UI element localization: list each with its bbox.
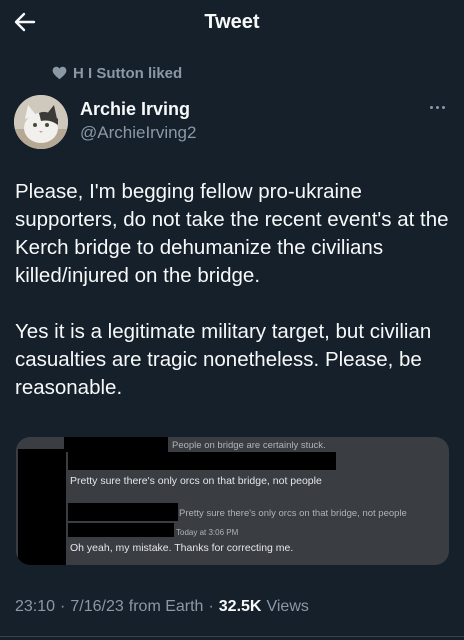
tweet-paragraph: Yes it is a legitimate military target, … (15, 320, 432, 399)
chat-message: People on bridge are certainly stuck. (172, 440, 326, 451)
cat-avatar-image (14, 95, 68, 149)
chat-message: Pretty sure there's only orcs on that br… (70, 475, 322, 487)
chat-message: Oh yeah, my mistake. Thanks for correcti… (70, 542, 294, 554)
tweet-time[interactable]: 23:10 (15, 598, 55, 616)
page-title: Tweet (204, 10, 260, 33)
redaction-bar (68, 523, 174, 537)
tweet-text: Please, I'm begging fellow pro-ukraine s… (15, 178, 455, 402)
tweet-metadata: 23:10 · 7/16/23 from Earth · 32.5K Views (15, 596, 309, 618)
heart-icon (52, 66, 67, 80)
back-arrow-icon (14, 12, 36, 32)
more-options-button[interactable] (424, 100, 450, 114)
tweet-source: from Earth (128, 598, 204, 615)
redaction-bar (64, 437, 168, 452)
views-count[interactable]: 32.5K (219, 598, 262, 616)
back-button[interactable] (10, 7, 40, 37)
separator-dot: · (208, 598, 214, 615)
redaction-bar (18, 449, 66, 565)
chat-quoted-message: Pretty sure there's only orcs on that br… (179, 508, 407, 519)
more-dot-icon (435, 105, 439, 109)
more-dot-icon (441, 105, 445, 109)
redaction-bar (68, 503, 178, 521)
top-bar: Tweet (0, 0, 464, 44)
more-dot-icon (429, 105, 433, 109)
social-context[interactable]: H I Sutton liked (52, 64, 182, 82)
tweet-date[interactable]: 7/16/23 (70, 598, 123, 616)
social-context-label: H I Sutton liked (73, 64, 183, 82)
avatar[interactable] (14, 95, 68, 149)
divider (0, 636, 464, 637)
redaction-bar (68, 452, 336, 470)
tweet-paragraph: Please, I'm begging fellow pro-ukraine s… (15, 180, 449, 287)
author-name[interactable]: Archie Irving (80, 99, 190, 120)
author-handle[interactable]: @ArchieIrving2 (80, 123, 196, 143)
separator-dot: · (60, 598, 66, 615)
views-label: Views (266, 598, 309, 615)
tweet-image[interactable]: People on bridge are certainly stuck. Pr… (16, 437, 449, 565)
chat-timestamp: Today at 3:06 PM (176, 528, 239, 537)
